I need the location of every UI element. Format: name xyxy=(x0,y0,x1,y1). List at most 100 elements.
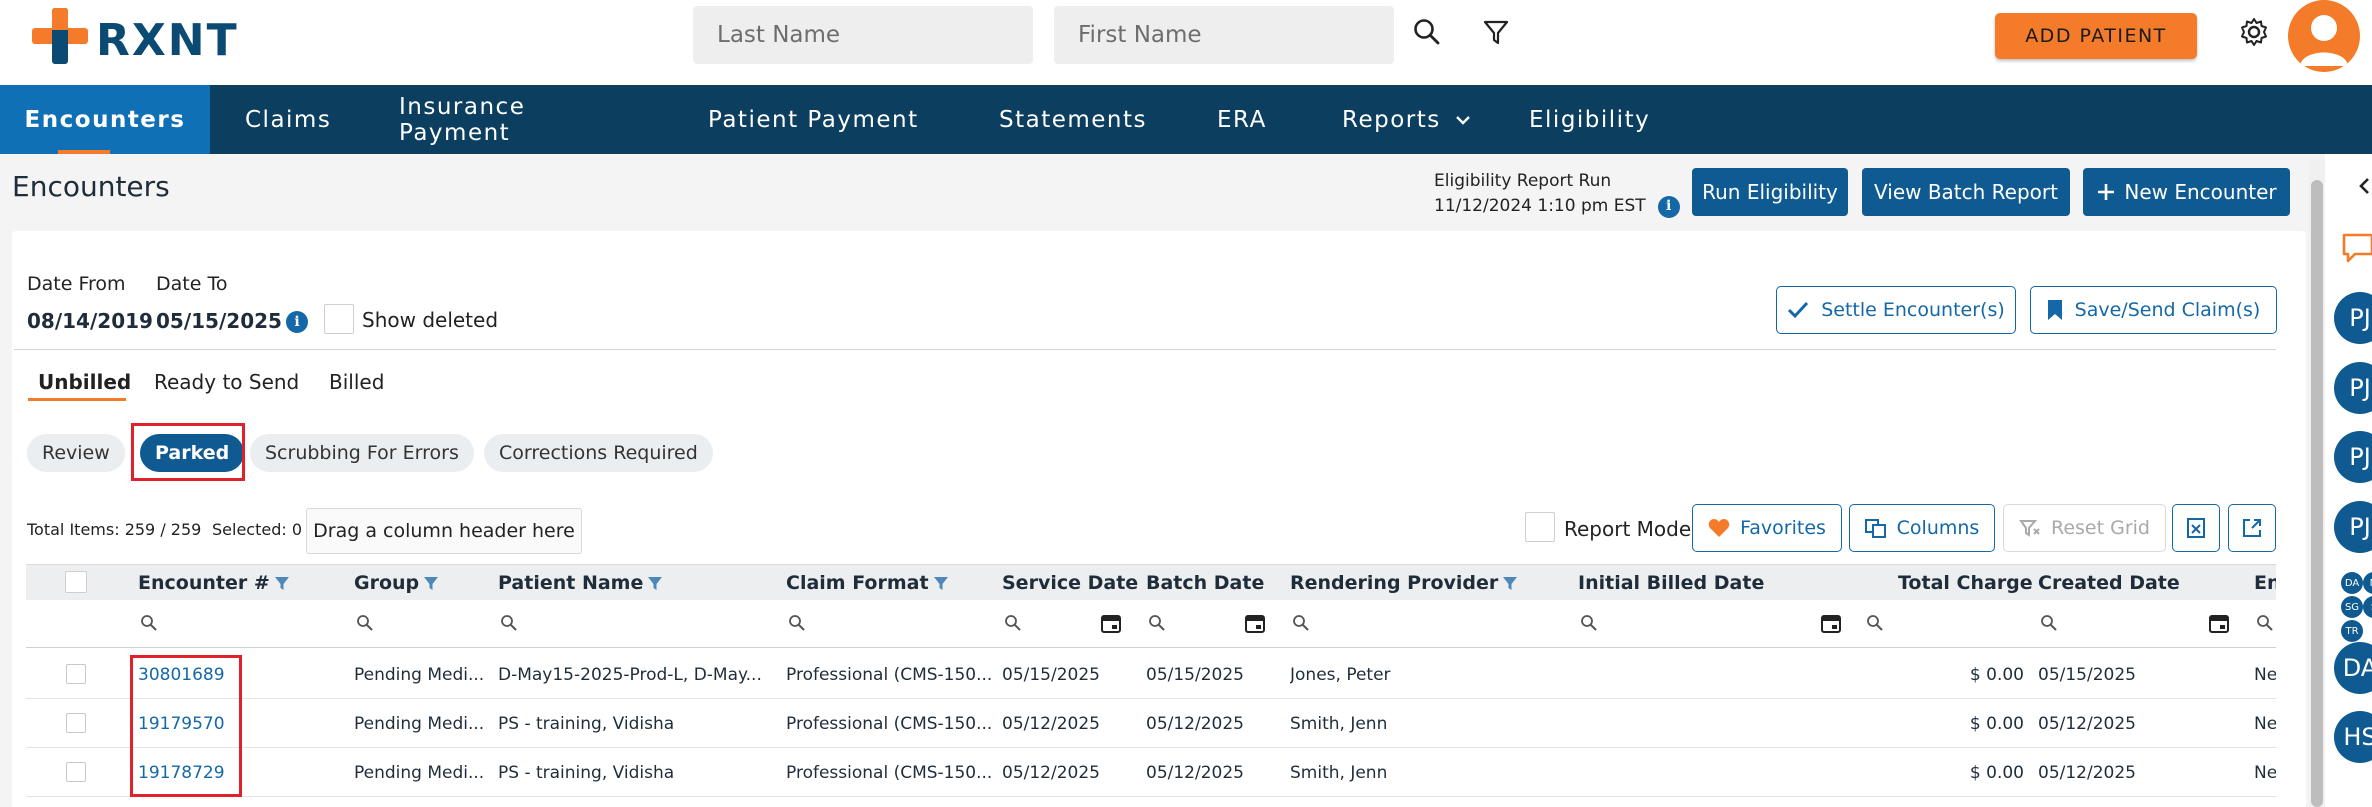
pill-review[interactable]: Review xyxy=(27,434,125,472)
calendar-icon[interactable] xyxy=(1100,612,1122,634)
table-row[interactable]: 30801689 Pending Medi... D-May15-2025-Pr… xyxy=(26,650,2276,699)
column-filter-icon[interactable] xyxy=(647,575,663,591)
pill-corrections-required[interactable]: Corrections Required xyxy=(484,434,713,472)
calendar-icon[interactable] xyxy=(2208,612,2230,634)
user-avatar-hs[interactable]: HS xyxy=(2334,711,2372,763)
encounter-number-link[interactable]: 19178729 xyxy=(138,748,338,797)
eligibility-report-info: Eligibility Report Run 11/12/2024 1:10 p… xyxy=(1434,169,1680,219)
run-eligibility-button[interactable]: Run Eligibility xyxy=(1692,168,1848,216)
calendar-icon[interactable] xyxy=(1820,612,1842,634)
search-icon[interactable] xyxy=(140,614,158,632)
service-date-cell: 05/15/2025 xyxy=(1002,664,1100,685)
row-checkbox[interactable] xyxy=(66,762,86,782)
export-button[interactable] xyxy=(2228,504,2276,552)
nav-claims[interactable]: Claims xyxy=(245,85,343,154)
chat-icon[interactable] xyxy=(2341,232,2372,264)
column-header-initial-billed-date[interactable]: Initial Billed Date xyxy=(1578,565,1764,601)
view-batch-report-button[interactable]: View Batch Report xyxy=(1862,168,2070,216)
user-avatar-pj[interactable]: PJ xyxy=(2334,501,2372,553)
column-header-encounter[interactable]: Encounter # xyxy=(138,565,290,601)
column-header-service-date[interactable]: Service Date xyxy=(1002,565,1138,601)
settle-encounters-button[interactable]: Settle Encounter(s) xyxy=(1776,286,2016,334)
row-checkbox[interactable] xyxy=(66,664,86,684)
nav-eligibility[interactable]: Eligibility xyxy=(1529,85,1689,154)
column-header-created-date[interactable]: Created Date xyxy=(2038,565,2180,601)
filter-icon[interactable] xyxy=(1478,14,1514,50)
search-icon[interactable] xyxy=(1866,614,1884,632)
scrollbar-thumb[interactable] xyxy=(2311,180,2323,807)
new-encounter-button[interactable]: New Encounter xyxy=(2083,168,2290,216)
date-from-value[interactable]: 08/14/2019 xyxy=(27,309,153,333)
search-icon[interactable] xyxy=(2256,614,2274,632)
nav-reports[interactable]: Reports xyxy=(1342,85,1478,154)
mini-avatar[interactable]: TR xyxy=(2341,620,2363,642)
mini-avatar[interactable]: DA xyxy=(2341,572,2363,594)
column-filter-icon[interactable] xyxy=(423,575,439,591)
table-row[interactable]: 19178729 Pending Medi... PS - training, … xyxy=(26,748,2276,797)
pill-parked[interactable]: Parked xyxy=(140,434,245,472)
search-icon[interactable] xyxy=(356,614,374,632)
encounter-number-link[interactable]: 30801689 xyxy=(138,650,338,699)
search-icon[interactable] xyxy=(2040,614,2058,632)
tab-billed[interactable]: Billed xyxy=(329,370,384,394)
search-icon[interactable] xyxy=(500,614,518,632)
column-header-group[interactable]: Group xyxy=(354,565,439,601)
reset-grid-button[interactable]: Reset Grid xyxy=(2003,504,2166,552)
chevron-left-icon[interactable] xyxy=(2357,176,2371,196)
nav-statements[interactable]: Statements xyxy=(999,85,1146,154)
column-header-batch-date[interactable]: Batch Date xyxy=(1146,565,1264,601)
select-all-checkbox[interactable] xyxy=(65,571,87,593)
service-date-cell: 05/12/2025 xyxy=(1002,762,1100,783)
add-patient-button[interactable]: ADD PATIENT xyxy=(1995,13,2197,59)
rxnt-logo[interactable]: RXNT xyxy=(32,8,239,66)
last-name-input[interactable] xyxy=(693,6,1033,64)
nav-patient-payment[interactable]: Patient Payment xyxy=(708,85,928,154)
column-header-total-charge[interactable]: Total Charge xyxy=(1898,565,2033,601)
report-mode-checkbox[interactable] xyxy=(1525,512,1555,542)
row-checkbox[interactable] xyxy=(66,713,86,733)
table-row[interactable]: 19179570 Pending Medi... PS - training, … xyxy=(26,699,2276,748)
show-deleted-checkbox[interactable] xyxy=(324,304,354,334)
user-avatar-da[interactable]: DA xyxy=(2334,642,2372,694)
search-icon[interactable] xyxy=(1004,614,1022,632)
columns-button[interactable]: Columns xyxy=(1849,504,1995,552)
info-icon[interactable]: i xyxy=(1657,195,1680,218)
pill-scrubbing-for-errors[interactable]: Scrubbing For Errors xyxy=(250,434,474,472)
tab-ready-to-send[interactable]: Ready to Send xyxy=(154,370,299,394)
export-excel-button[interactable] xyxy=(2172,504,2220,552)
mini-avatar[interactable]: S xyxy=(2363,596,2372,618)
column-header-patient-name[interactable]: Patient Name xyxy=(498,565,663,601)
nav-insurance-payment[interactable]: Insurance Payment xyxy=(399,85,642,154)
search-icon[interactable] xyxy=(1580,614,1598,632)
date-to-value[interactable]: 05/15/2025 xyxy=(156,309,282,333)
search-icon[interactable] xyxy=(1292,614,1310,632)
date-info-icon[interactable]: i xyxy=(286,311,308,333)
column-filter-icon[interactable] xyxy=(274,575,290,591)
search-icon[interactable] xyxy=(1409,14,1445,50)
encounter-number-link[interactable]: 19179570 xyxy=(138,699,338,748)
first-name-input[interactable] xyxy=(1054,6,1394,64)
mini-avatar[interactable]: M xyxy=(2363,572,2372,594)
gear-icon[interactable] xyxy=(2236,14,2272,50)
search-icon[interactable] xyxy=(1148,614,1166,632)
filter-clear-icon xyxy=(2019,520,2040,537)
user-avatar-pj[interactable]: PJ xyxy=(2334,431,2372,483)
truncated-cell: Ne xyxy=(2254,762,2276,783)
column-header-rendering-provider[interactable]: Rendering Provider xyxy=(1290,565,1518,601)
column-header-claim-format[interactable]: Claim Format xyxy=(786,565,949,601)
user-avatar-pj[interactable]: PJ xyxy=(2334,362,2372,414)
column-header-truncated[interactable]: En xyxy=(2254,565,2276,601)
search-icon[interactable] xyxy=(788,614,806,632)
save-send-claims-button[interactable]: Save/Send Claim(s) xyxy=(2030,286,2277,334)
group-by-drop-area[interactable]: Drag a column header here xyxy=(306,508,582,554)
mini-avatar[interactable]: SG xyxy=(2341,596,2363,618)
column-filter-icon[interactable] xyxy=(1502,575,1518,591)
column-filter-icon[interactable] xyxy=(933,575,949,591)
user-avatar-pj[interactable]: PJ xyxy=(2334,292,2372,344)
nav-encounters[interactable]: Encounters xyxy=(0,85,210,154)
user-avatar[interactable] xyxy=(2288,0,2360,72)
favorites-button[interactable]: Favorites xyxy=(1692,504,1842,552)
tab-unbilled[interactable]: Unbilled xyxy=(38,370,131,394)
calendar-icon[interactable] xyxy=(1244,612,1266,634)
nav-era[interactable]: ERA xyxy=(1217,85,1273,154)
